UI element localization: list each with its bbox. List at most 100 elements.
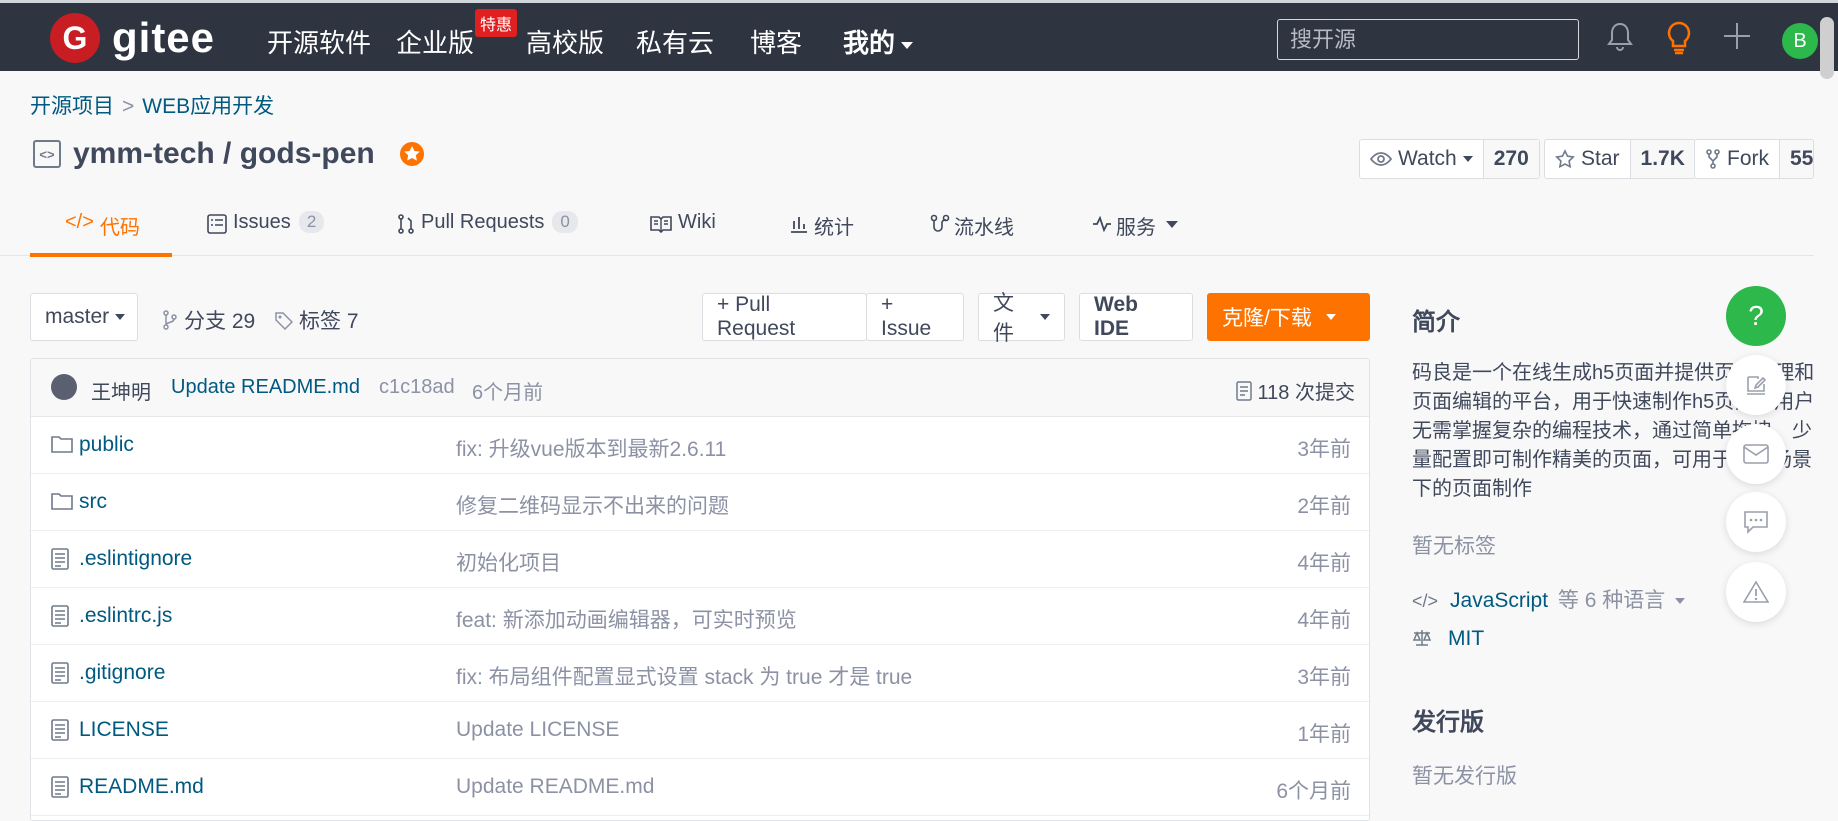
file-row[interactable]: public fix: 升级vue版本到最新2.6.11 3年前 [31, 417, 1369, 474]
clone-download-button[interactable]: 克隆/下载 [1207, 293, 1370, 341]
file-name-link[interactable]: .eslintrc.js [79, 604, 172, 628]
file-commit-time: 4年前 [1297, 552, 1351, 575]
chevron-down-icon [1166, 221, 1178, 228]
breadcrumb-web-dev[interactable]: WEB应用开发 [142, 95, 274, 118]
tab-services[interactable]: 服务 [1092, 211, 1178, 257]
file-commit-time: 2年前 [1297, 495, 1351, 518]
file-commit-time: 1年前 [1297, 723, 1351, 746]
chat-button[interactable] [1726, 492, 1786, 552]
no-tags-text: 暂无标签 [1412, 535, 1496, 558]
help-button[interactable]: ? [1726, 286, 1786, 346]
file-row[interactable]: src 修复二维码显示不出来的问题 2年前 [31, 474, 1369, 531]
tab-services-label: 服务 [1116, 217, 1156, 239]
star-button[interactable]: Star [1545, 140, 1630, 178]
file-commit-message[interactable]: Update README.md [456, 775, 654, 799]
book-icon [650, 216, 672, 233]
watch-count[interactable]: 270 [1482, 140, 1539, 178]
edit-feedback-button[interactable] [1726, 355, 1786, 415]
language-link[interactable]: </> JavaScript 等 6 种语言 [1412, 584, 1686, 614]
language-name: JavaScript [1450, 589, 1549, 612]
branch-selector[interactable]: master [30, 293, 138, 341]
file-name-link[interactable]: public [79, 433, 134, 457]
file-row[interactable]: .eslintignore 初始化项目 4年前 [31, 531, 1369, 588]
file-name-link[interactable]: .eslintignore [79, 547, 192, 571]
edit-icon [1747, 376, 1767, 395]
folder-icon [51, 434, 73, 460]
page-scrollbar[interactable] [1820, 17, 1834, 79]
nav-mine-dropdown[interactable]: 我的 [843, 23, 914, 60]
logo-mark: G [50, 13, 100, 63]
file-row[interactable]: .gitignore fix: 布局组件配置显式设置 stack 为 true 才… [31, 645, 1369, 702]
file-name-link[interactable]: LICENSE [79, 718, 169, 742]
file-row[interactable]: LICENSE Update LICENSE 1年前 [31, 702, 1369, 759]
nav-blog[interactable]: 博客 [750, 23, 802, 60]
author-avatar[interactable] [51, 374, 77, 400]
tab-stats[interactable]: 统计 [790, 211, 854, 257]
file-icon [51, 548, 69, 576]
license-link[interactable]: MIT [1412, 627, 1484, 651]
search-input[interactable] [1277, 19, 1579, 60]
scale-icon [1412, 630, 1432, 646]
watch-button[interactable]: Watch [1360, 140, 1483, 178]
nav-enterprise[interactable]: 企业版 [396, 23, 474, 60]
tags-link[interactable]: 标签 7 [275, 305, 359, 335]
file-row[interactable]: .eslintrc.js feat: 新添加动画编辑器，可实时预览 4年前 [31, 588, 1369, 645]
tab-issues[interactable]: Issues 2 [207, 211, 325, 257]
file-name-link[interactable]: src [79, 490, 107, 514]
gitee-logo[interactable]: G gitee [50, 13, 215, 63]
promo-badge: 特惠 [475, 9, 518, 37]
chevron-down-icon[interactable] [1675, 598, 1686, 605]
file-commit-message[interactable]: 修复二维码显示不出来的问题 [456, 490, 729, 520]
chevron-down-icon [1325, 314, 1336, 320]
tab-pull-requests[interactable]: Pull Requests 0 [397, 211, 578, 257]
nav-mine-label: 我的 [843, 28, 896, 58]
fork-button[interactable]: Fork [1695, 140, 1779, 178]
issues-icon [207, 214, 227, 234]
new-issue-button[interactable]: + Issue [866, 293, 964, 341]
file-name-link[interactable]: .gitignore [79, 661, 165, 685]
commit-message[interactable]: Update README.md [171, 376, 360, 399]
new-pull-request-button[interactable]: + Pull Request [702, 293, 867, 341]
file-commit-message[interactable]: fix: 升级vue版本到最新2.6.11 [456, 433, 726, 463]
file-commit-message[interactable]: feat: 新添加动画编辑器，可实时预览 [456, 604, 797, 634]
file-commit-time: 3年前 [1297, 666, 1351, 689]
commit-author[interactable]: 王坤明 [91, 376, 151, 405]
user-avatar[interactable]: B [1782, 23, 1818, 59]
message-button[interactable] [1726, 424, 1786, 484]
file-dropdown[interactable]: 文件 [978, 292, 1065, 345]
tab-code[interactable]: </> 代码 [30, 211, 172, 257]
file-name-link[interactable]: README.md [79, 775, 204, 799]
commit-hash[interactable]: c1c18ad [379, 376, 455, 399]
code-icon: </> [65, 211, 94, 233]
star-count[interactable]: 1.7K [1629, 140, 1695, 178]
bell-icon[interactable] [1606, 21, 1634, 59]
report-button[interactable] [1726, 562, 1786, 622]
tab-pipeline-label: 流水线 [954, 217, 1014, 239]
nav-open-source[interactable]: 开源软件 [267, 23, 371, 60]
nav-university[interactable]: 高校版 [526, 23, 604, 60]
branches-link[interactable]: 分支 29 [162, 305, 255, 335]
commit-count: 118 次提交 [1257, 382, 1355, 404]
file-commit-message[interactable]: Update LICENSE [456, 718, 619, 742]
tab-pipeline[interactable]: 流水线 [930, 211, 1014, 257]
watch-label: Watch [1398, 147, 1457, 170]
plus-icon[interactable] [1722, 21, 1752, 57]
web-ide-button[interactable]: Web IDE [1079, 293, 1193, 341]
tab-issues-label: Issues [233, 211, 291, 233]
file-commit-message[interactable]: fix: 布局组件配置显式设置 stack 为 true 才是 true [456, 661, 912, 691]
file-row[interactable]: README.md Update README.md 6个月前 [31, 759, 1369, 816]
chat-icon [1744, 511, 1768, 534]
fork-count[interactable]: 557 [1779, 140, 1813, 178]
breadcrumb-open-source[interactable]: 开源项目 [30, 95, 114, 118]
file-commit-message[interactable]: 初始化项目 [456, 547, 561, 577]
branch-label: master [45, 305, 110, 328]
tab-wiki[interactable]: Wiki [650, 211, 716, 257]
commit-count-link[interactable]: 118 次提交 [1235, 376, 1355, 405]
issues-count-badge: 2 [298, 211, 325, 233]
nav-private-cloud[interactable]: 私有云 [636, 23, 714, 60]
commit-time: 6个月前 [472, 382, 544, 404]
fork-icon [1706, 149, 1720, 169]
lightbulb-icon[interactable] [1664, 21, 1694, 61]
pull-request-icon [398, 214, 414, 234]
repo-name[interactable]: ymm-tech / gods-pen [73, 137, 375, 171]
